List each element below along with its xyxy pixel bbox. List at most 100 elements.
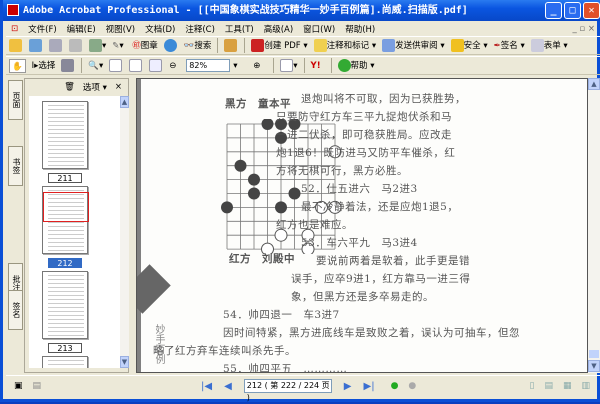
scroll-down-icon[interactable]: ▼ xyxy=(120,356,129,368)
web-button[interactable] xyxy=(163,38,178,53)
options-label: 选项 xyxy=(82,83,100,93)
zoom-out-button[interactable]: ⊖ xyxy=(169,59,183,73)
document-properties-icon[interactable]: ▣ xyxy=(14,381,23,391)
open-button[interactable] xyxy=(9,38,23,53)
menu-file[interactable]: 文件(F) xyxy=(23,23,62,35)
fit-width-button[interactable] xyxy=(149,58,163,73)
menu-advanced[interactable]: 高级(A) xyxy=(259,23,298,35)
organizer-button[interactable] xyxy=(29,38,43,53)
black-piece xyxy=(248,187,260,200)
toolbar-main: ▾ ✎▾ ㊞图章 👓搜索 创建 PDF ▾ 注释和标记 ▾ 发送供审阅 ▾ 安全… xyxy=(6,36,600,55)
document-text-line: 要说前两着是软着，此手更是错 xyxy=(316,255,470,267)
zoom-tool-button[interactable]: 🔍▾ xyxy=(88,59,103,73)
board-caption-bottom: 红方 刘殿中 xyxy=(229,253,295,265)
continuous-facing-button[interactable]: ▥ xyxy=(581,381,590,391)
globe-icon xyxy=(163,38,177,52)
minimize-button[interactable]: _ xyxy=(545,2,562,19)
pen-icon: ✒ xyxy=(493,40,501,51)
previous-page-button[interactable]: ◀ xyxy=(224,381,232,392)
stamp-label: 图章 xyxy=(140,40,158,51)
menu-document[interactable]: 文档(D) xyxy=(140,23,180,35)
scroll-thumb[interactable] xyxy=(589,350,599,358)
facing-button[interactable]: ▦ xyxy=(563,381,572,391)
view-rectangle[interactable] xyxy=(43,192,89,222)
tab-bookmarks[interactable]: 书签 xyxy=(8,146,23,186)
stamp-button[interactable]: ㊞图章 xyxy=(132,39,158,53)
document-text-line: 55．帅四平五 ………… xyxy=(223,363,348,373)
document-text-line: 一进二伏杀，即可稳获胜局。应改走 xyxy=(276,129,452,141)
select-tool-button[interactable]: I▸选择 xyxy=(32,59,56,73)
forms-button[interactable]: 表单 ▾ xyxy=(530,38,568,53)
continuous-button[interactable]: ▤ xyxy=(544,381,553,391)
black-piece xyxy=(221,201,233,214)
sign-button[interactable]: ✒签名 ▾ xyxy=(494,39,525,53)
email-button[interactable]: ▾ xyxy=(89,38,106,53)
previous-view-button[interactable]: ● xyxy=(391,381,399,391)
yahoo-icon: Y! xyxy=(310,60,321,71)
document-text-line: 最不冷静着法，还是应炮1退5， xyxy=(301,201,459,213)
page-thumbnail[interactable] xyxy=(42,271,88,339)
first-page-button[interactable]: |◀ xyxy=(201,381,212,392)
comment-button[interactable]: 注释和标记 ▾ xyxy=(313,38,376,53)
single-page-button[interactable]: ▯ xyxy=(530,381,535,391)
save-button[interactable] xyxy=(49,38,63,53)
menu-comments[interactable]: 注释(C) xyxy=(180,23,220,35)
search-button[interactable]: 👓搜索 xyxy=(184,39,212,53)
scroll-down-icon[interactable]: ▼ xyxy=(588,360,600,372)
attach-button[interactable]: ✎▾ xyxy=(112,39,126,53)
zoom-in-button[interactable]: ⊕ xyxy=(253,59,267,73)
document-text-line: 象，但黑方还是多卒易走的。 xyxy=(291,291,434,303)
document-scrollbar[interactable]: ▲ ▼ xyxy=(588,78,600,373)
page-thumbnail[interactable] xyxy=(42,356,88,368)
menu-view[interactable]: 视图(V) xyxy=(101,23,140,35)
last-page-button[interactable]: ▶| xyxy=(364,381,375,392)
thumbnail-scrollbar[interactable]: ▲ ▼ xyxy=(120,96,129,368)
document-text-line: 误手，应卒9进1，红方靠马一进三得 xyxy=(291,273,471,285)
hand-icon: ✋ xyxy=(12,61,23,72)
menu-edit[interactable]: 编辑(E) xyxy=(62,23,101,35)
organizer-icon xyxy=(29,38,42,52)
tab-signatures[interactable]: 签名 xyxy=(8,290,23,330)
secure-button[interactable]: 安全 ▾ xyxy=(450,38,488,53)
menu-window[interactable]: 窗口(W) xyxy=(298,23,340,35)
stamp-icon: ㊞ xyxy=(132,40,141,51)
maximize-button[interactable]: □ xyxy=(564,2,581,19)
page-number-input[interactable]: 212 ( 第 222 / 224 页 ) xyxy=(243,379,332,402)
scroll-up-icon[interactable]: ▲ xyxy=(120,96,129,108)
document-text-line: 略了红方弃车连续叫杀先手。 xyxy=(153,345,296,357)
create-pdf-button[interactable]: 创建 PDF ▾ xyxy=(251,38,308,53)
zoom-input[interactable]: 82% xyxy=(186,59,231,72)
snapshot-button[interactable] xyxy=(61,58,75,73)
actual-size-button[interactable] xyxy=(109,58,123,73)
title-bar: Adobe Acrobat Professional - [[中国象棋实战技巧精… xyxy=(3,0,600,21)
review-button[interactable]: 发送供审阅 ▾ xyxy=(382,38,445,53)
scroll-up-icon[interactable]: ▲ xyxy=(588,78,600,90)
tab-pages[interactable]: 页面 xyxy=(8,80,23,120)
image-button[interactable] xyxy=(224,38,238,53)
doc-window-controls[interactable]: _ ▫ × xyxy=(567,24,600,34)
menu-bar: ⊡ 文件(F) 编辑(E) 视图(V) 文档(D) 注释(C) 工具(T) 高级… xyxy=(6,21,600,36)
hand-tool-button[interactable]: ✋ xyxy=(9,58,26,73)
menu-tools[interactable]: 工具(T) xyxy=(220,23,259,35)
zoom-dropdown[interactable]: ▾ xyxy=(233,59,247,73)
menu-help[interactable]: 帮助(H) xyxy=(340,23,380,35)
page-layout-icon[interactable]: ▤ xyxy=(33,381,42,391)
close-button[interactable]: ✕ xyxy=(583,2,600,19)
document-text-line: 因时间特紧，黑方进底线车是致败之着，误认为可抽车，但忽 xyxy=(223,327,520,339)
page-thumbnail-selected[interactable] xyxy=(42,186,89,254)
trash-icon[interactable]: 🗑 xyxy=(64,82,75,92)
help-button[interactable]: 帮助 ▾ xyxy=(337,58,375,73)
close-panel-button[interactable]: × xyxy=(115,82,122,92)
fit-page-button[interactable] xyxy=(129,58,143,73)
black-piece xyxy=(275,201,287,214)
panel-splitter[interactable] xyxy=(129,78,136,373)
options-button[interactable]: 选项 ▾ xyxy=(83,81,107,93)
yahoo-button[interactable]: Y! xyxy=(311,59,325,73)
save-icon xyxy=(49,38,62,52)
next-page-button[interactable]: ▶ xyxy=(344,381,352,392)
document-text-line: 54．帅四退一 车3进7 xyxy=(223,309,340,321)
next-view-button[interactable]: ● xyxy=(408,381,416,391)
page-thumbnail[interactable] xyxy=(42,101,88,169)
print-button[interactable] xyxy=(69,38,83,53)
rotate-button[interactable]: ▾ xyxy=(280,58,298,73)
